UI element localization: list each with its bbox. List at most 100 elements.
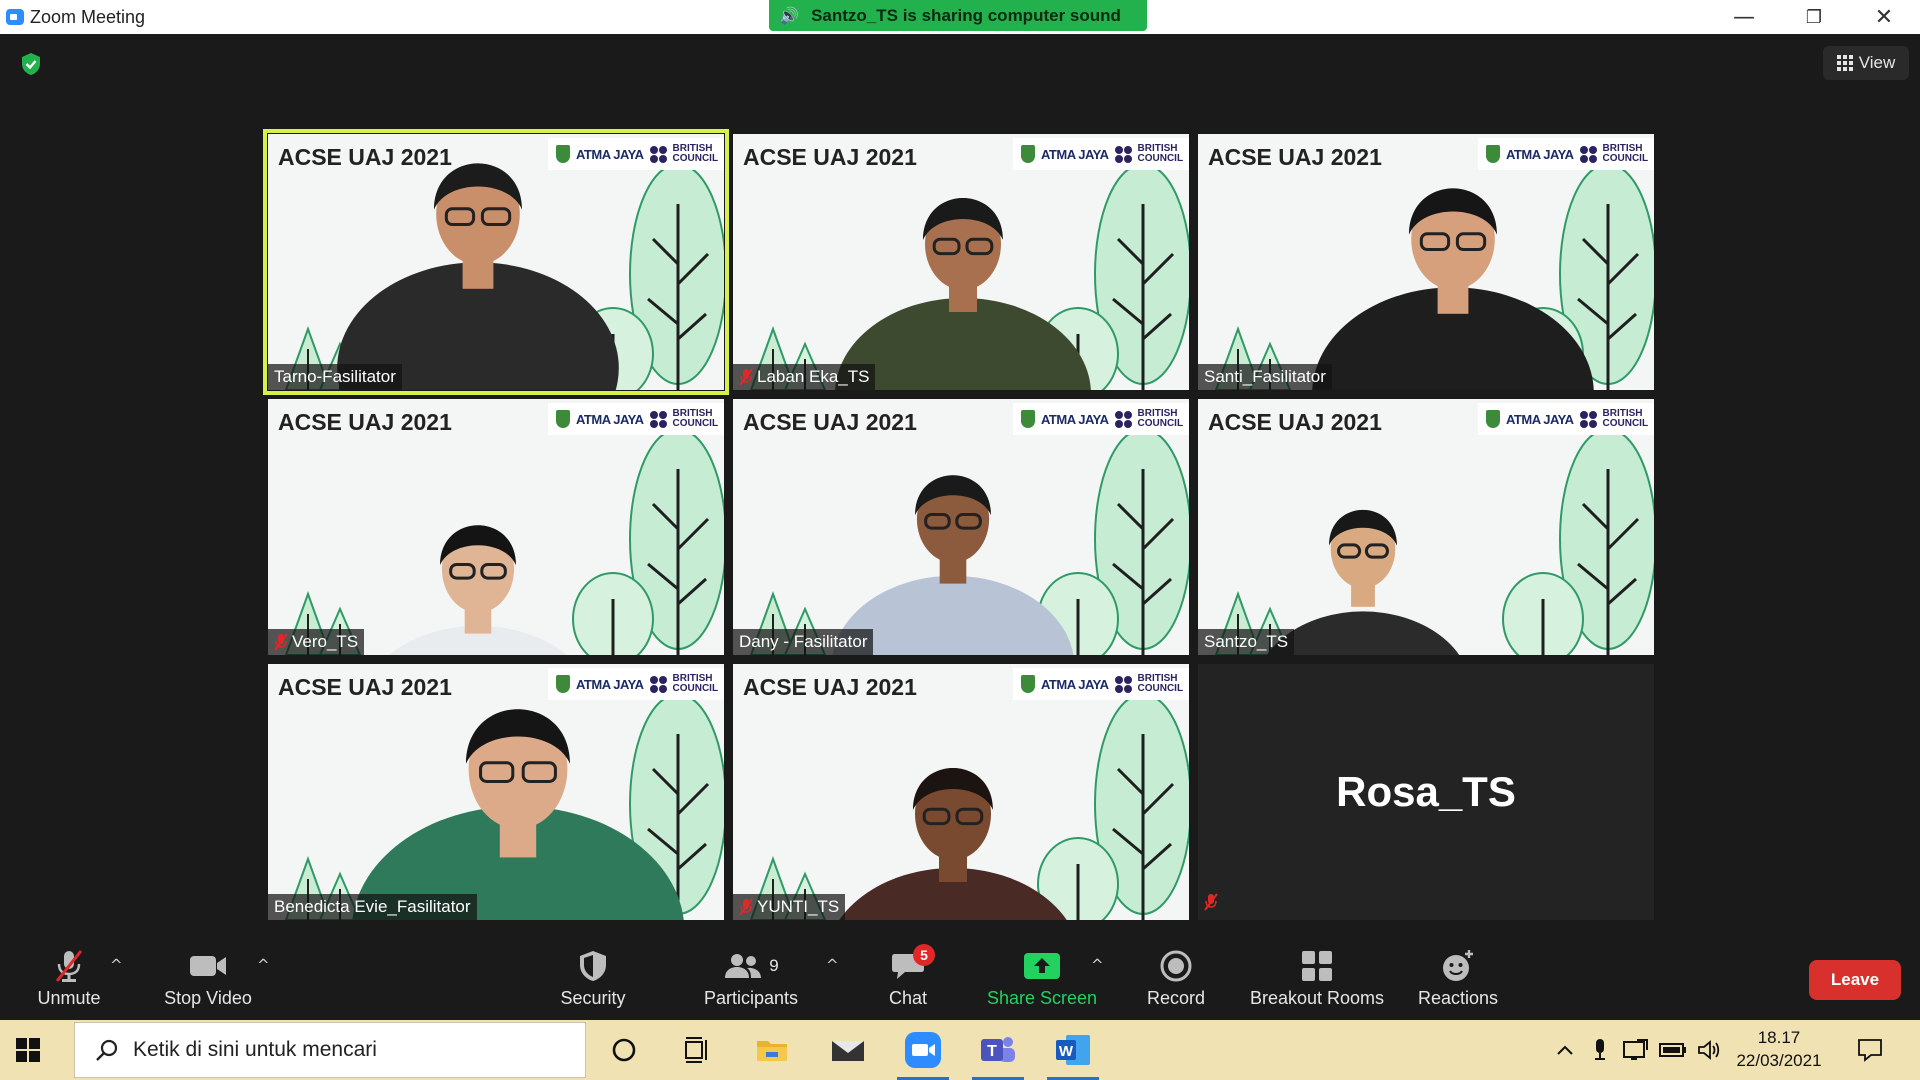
audio-options-caret[interactable]: ^ [110, 956, 123, 974]
british-council-logo-icon [649, 675, 667, 693]
muted-microphone-icon [739, 898, 753, 916]
reactions-button[interactable]: Reactions [1410, 946, 1506, 1016]
svg-text:W: W [1059, 1043, 1074, 1060]
breakout-rooms-button[interactable]: Breakout Rooms [1244, 946, 1390, 1016]
close-button[interactable]: ✕ [1856, 0, 1912, 34]
battery-tray-button[interactable] [1656, 1020, 1690, 1080]
participant-name-tag: YUNTI_TS [733, 894, 846, 920]
title-bar: Zoom Meeting 🔊 Santzo_TS is sharing comp… [0, 0, 1920, 34]
british-council-logo-text: BRITISH COUNCIL [672, 143, 719, 164]
video-feed [749, 163, 1189, 390]
sponsor-logos: ATMA JAYA BRITISH COUNCIL [548, 403, 724, 435]
video-camera-icon [189, 946, 227, 986]
participants-icon: 9 [723, 946, 779, 986]
leave-button[interactable]: Leave [1809, 960, 1901, 1000]
taskbar-search-box[interactable]: Ketik di sini untuk mencari [74, 1022, 586, 1078]
microphone-tray-button[interactable] [1586, 1020, 1614, 1080]
participants-options-caret[interactable]: ^ [826, 956, 839, 974]
virtual-background-title: ACSE UAJ 2021 [743, 144, 917, 170]
restore-button[interactable]: ❐ [1786, 0, 1842, 34]
encryption-shield-icon[interactable] [20, 52, 42, 76]
atma-jaya-crest-icon [1486, 410, 1500, 428]
british-council-logo-text: BRITISH COUNCIL [1602, 143, 1649, 164]
unmute-button[interactable]: Unmute [24, 946, 114, 1016]
participant-tile[interactable]: ACSE UAJ 2021 ATMA JAYA BRITISH COUNCIL Tarn… [263, 129, 729, 395]
participant-tile[interactable]: ACSE UAJ 2021 ATMA JAYA BRITISH COUNCIL Dany… [733, 399, 1189, 655]
british-council-logo-text: BRITISH COUNCIL [1137, 143, 1184, 164]
chat-label: Chat [888, 988, 928, 1008]
british-council-logo-icon [1114, 145, 1132, 163]
meeting-toolbar: Unmute ^ Stop Video ^ Security 9 Partici… [0, 940, 1920, 1020]
breakout-rooms-label: Breakout Rooms [1249, 988, 1385, 1008]
reactions-icon [1441, 946, 1475, 986]
sharing-sound-banner[interactable]: 🔊 Santzo_TS is sharing computer sound [769, 0, 1147, 31]
participant-tile[interactable]: ACSE UAJ 2021 ATMA JAYA BRITISH COUNCIL Laba… [733, 134, 1189, 390]
record-button[interactable]: Record [1136, 946, 1216, 1016]
virtual-background-title: ACSE UAJ 2021 [1208, 144, 1382, 170]
british-council-logo-icon [1114, 410, 1132, 428]
participant-name-tag: Laban Eka_TS [733, 364, 876, 390]
participant-name-tag: Vero_TS [268, 629, 365, 655]
taskbar-clock[interactable]: 18.17 22/03/2021 [1724, 1026, 1834, 1072]
security-label: Security [560, 988, 626, 1008]
sponsor-logos: ATMA JAYA BRITISH COUNCIL [1013, 668, 1189, 700]
windows-start-icon[interactable] [16, 1038, 40, 1062]
minimize-button[interactable]: — [1716, 0, 1772, 34]
sponsor-logos: ATMA JAYA BRITISH COUNCIL [548, 138, 724, 170]
window-title: Zoom Meeting [30, 7, 146, 27]
volume-icon [1698, 1040, 1720, 1060]
mail-button[interactable] [816, 1020, 880, 1080]
video-options-caret[interactable]: ^ [257, 956, 270, 974]
british-council-logo-text: BRITISH COUNCIL [672, 673, 719, 694]
participant-tile[interactable]: ACSE UAJ 2021 ATMA JAYA BRITISH COUNCIL Bene… [268, 664, 724, 920]
volume-tray-button[interactable] [1694, 1020, 1724, 1080]
participant-name-tag: Dany - Fasilitator [733, 629, 874, 655]
cortana-button[interactable] [592, 1020, 656, 1080]
atma-jaya-crest-icon [556, 675, 570, 693]
atma-jaya-crest-icon [1021, 145, 1035, 163]
notifications-button[interactable] [1850, 1020, 1890, 1080]
participant-tile[interactable]: ACSE UAJ 2021 ATMA JAYA BRITISH COUNCIL Sant… [1198, 134, 1654, 390]
chat-button[interactable]: 5 Chat [870, 944, 946, 1016]
participant-name-large: Rosa_TS [1336, 768, 1516, 815]
participant-tile[interactable]: ACSE UAJ 2021 ATMA JAYA BRITISH COUNCIL Vero… [268, 399, 724, 655]
participants-button[interactable]: 9 Participants [695, 946, 807, 1016]
file-explorer-button[interactable] [740, 1020, 804, 1080]
view-button[interactable]: View [1823, 46, 1909, 80]
search-placeholder: Ketik di sini untuk mencari [133, 1038, 377, 1061]
word-taskbar-button[interactable]: W [1041, 1020, 1105, 1080]
zoom-taskbar-button[interactable] [891, 1020, 955, 1080]
muted-microphone-icon [739, 368, 753, 386]
participant-name: Dany - Fasilitator [739, 632, 868, 651]
muted-microphone-icon [52, 946, 86, 986]
task-view-button[interactable] [664, 1020, 728, 1080]
mail-icon [832, 1041, 864, 1061]
virtual-background-title: ACSE UAJ 2021 [278, 674, 452, 700]
teams-taskbar-button[interactable]: T [966, 1020, 1030, 1080]
participant-tile[interactable]: ACSE UAJ 2021 ATMA JAYA BRITISH COUNCIL Sant… [1198, 399, 1654, 655]
atma-jaya-crest-icon [1021, 675, 1035, 693]
participant-name: Santi_Fasilitator [1204, 367, 1326, 386]
virtual-background-title: ACSE UAJ 2021 [278, 144, 452, 170]
share-screen-button[interactable]: Share Screen [984, 946, 1100, 1016]
security-button[interactable]: Security [548, 946, 638, 1016]
video-feed [1214, 428, 1654, 655]
participant-tile[interactable]: Rosa_TS [1198, 664, 1654, 920]
network-tray-button[interactable] [1620, 1020, 1652, 1080]
show-hidden-icons-button[interactable] [1550, 1020, 1580, 1080]
british-council-logo-icon [1579, 410, 1597, 428]
atma-jaya-logo-text: ATMA JAYA [576, 676, 644, 692]
virtual-background-title: ACSE UAJ 2021 [278, 409, 452, 435]
zoom-app-icon [905, 1032, 941, 1068]
sponsor-logos: ATMA JAYA BRITISH COUNCIL [1478, 403, 1654, 435]
participant-name: Vero_TS [292, 632, 359, 651]
record-label: Record [1146, 988, 1206, 1008]
share-screen-label: Share Screen [986, 988, 1098, 1008]
share-options-caret[interactable]: ^ [1091, 956, 1104, 974]
british-council-logo-icon [649, 410, 667, 428]
chat-unread-badge: 5 [913, 944, 935, 966]
cortana-icon [612, 1038, 636, 1062]
participant-tile[interactable]: ACSE UAJ 2021 ATMA JAYA BRITISH COUNCIL YUNT… [733, 664, 1189, 920]
stop-video-button[interactable]: Stop Video [158, 946, 258, 1016]
share-screen-icon [1023, 946, 1061, 986]
